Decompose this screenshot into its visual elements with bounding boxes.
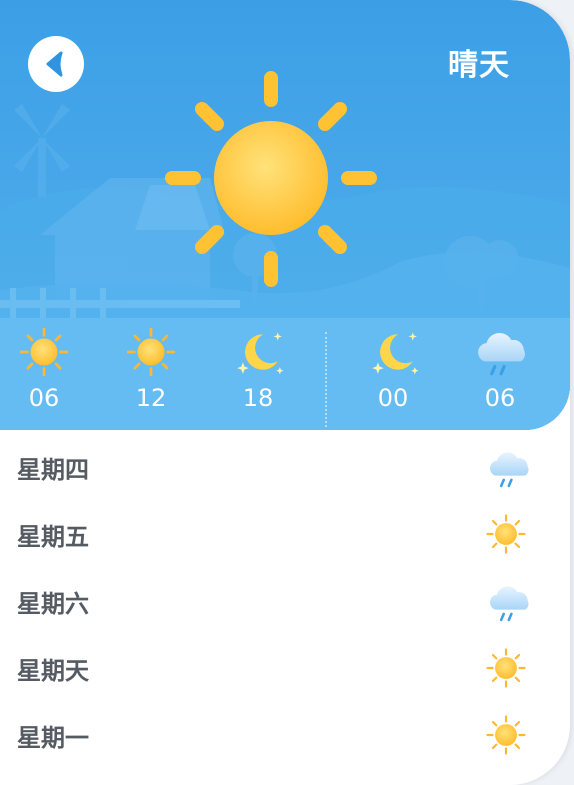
- list-item[interactable]: 星期五: [0, 501, 570, 568]
- hourly-forecast: 06 12 18 00 06: [0, 320, 570, 430]
- hour-item: 18: [223, 326, 293, 412]
- list-item[interactable]: 星期四: [0, 434, 570, 501]
- chevron-left-icon: [46, 51, 63, 77]
- hour-time: 12: [135, 384, 167, 412]
- list-item[interactable]: 星期天: [0, 635, 570, 702]
- sun-icon: [165, 71, 377, 287]
- hour-time: 18: [242, 384, 274, 412]
- day-divider: [325, 332, 327, 427]
- sun-icon: [19, 327, 69, 377]
- day-name: 星期五: [17, 523, 89, 551]
- hour-time: 00: [377, 384, 409, 412]
- hour-item: 00: [358, 326, 428, 412]
- weather-hero: 晴天 06 12 18 00 06: [0, 0, 570, 430]
- hour-item: 12: [116, 326, 186, 412]
- sun-icon: [126, 327, 176, 377]
- moon-icon: [237, 332, 284, 375]
- hour-item: 06: [9, 326, 79, 412]
- rain-cloud-icon: [488, 585, 530, 622]
- list-item[interactable]: 星期六: [0, 568, 570, 635]
- hour-time: 06: [28, 384, 60, 412]
- day-name: 星期六: [17, 590, 89, 618]
- sun-icon: [486, 715, 526, 755]
- hour-item: 06: [465, 326, 535, 412]
- list-item[interactable]: 星期一: [0, 702, 570, 769]
- hour-time: 06: [484, 384, 516, 412]
- daily-forecast-list: 星期四 星期五 星期六 星期天 星期一: [0, 434, 570, 769]
- weather-card: 晴天 06 12 18 00 06 星期四 星期五 星期六 星期天 星期一: [0, 0, 570, 785]
- sun-icon: [486, 514, 526, 554]
- moon-icon: [372, 332, 419, 375]
- weather-condition: 晴天: [448, 48, 510, 83]
- day-name: 星期一: [17, 724, 89, 752]
- back-button[interactable]: [28, 36, 84, 92]
- sun-icon: [486, 648, 526, 688]
- day-name: 星期四: [17, 456, 89, 484]
- rain-cloud-icon: [488, 451, 530, 488]
- day-name: 星期天: [17, 657, 89, 685]
- rain-cloud-icon: [476, 331, 527, 376]
